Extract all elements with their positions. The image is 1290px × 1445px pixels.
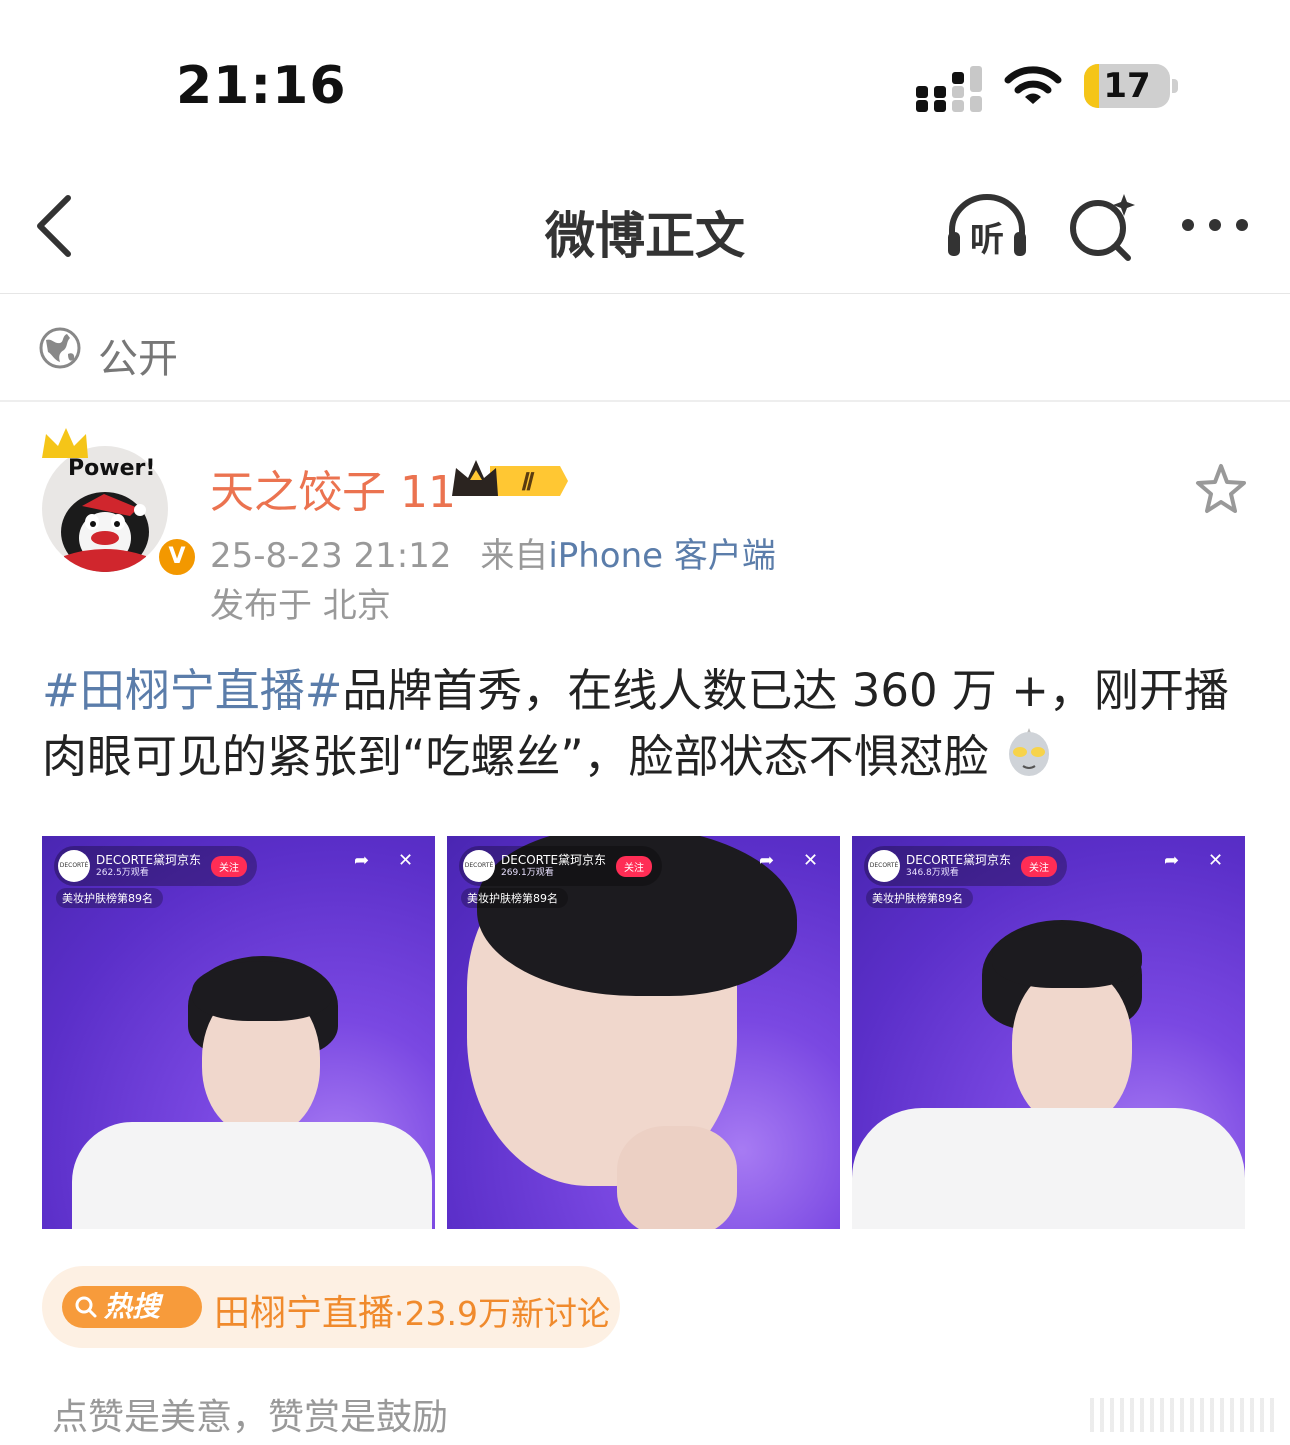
avatar[interactable]: Power! V <box>38 424 198 578</box>
hot-badge-label: 热搜 <box>104 1290 161 1323</box>
status-time: 21:16 <box>176 56 347 116</box>
vip-crown-badge-icon: Ⅱ <box>452 460 568 496</box>
ultraman-emoji-icon <box>1008 728 1049 776</box>
shop-logo: DECORTÉ <box>868 850 900 882</box>
person-face <box>1012 966 1132 1126</box>
source-prefix: 来自 <box>480 536 549 576</box>
close-icon: ✕ <box>1208 850 1224 871</box>
view-count: 269.1万观看 <box>501 868 554 878</box>
close-icon: ✕ <box>398 850 414 871</box>
search-icon <box>75 1296 97 1318</box>
cellular-signal-icon <box>916 66 982 112</box>
person-shirt <box>852 1108 1245 1229</box>
person-shirt <box>72 1122 432 1229</box>
share-icon: ➦ <box>759 850 775 871</box>
post-body: #田栩宁直播#品牌首秀，在线人数已达 360 万 +，刚开播肉眼可见的紧张到“吃… <box>42 658 1242 790</box>
listen-button[interactable]: 听 <box>944 192 1030 262</box>
favorite-star-icon[interactable] <box>1194 462 1248 516</box>
post-timestamp: 25-8-23 21:12 <box>210 536 452 576</box>
hot-search-pill[interactable]: 热搜 田栩宁直播·23.9万新讨论 <box>42 1266 620 1348</box>
globe-icon <box>39 327 81 369</box>
hot-topic: 田栩宁直播 <box>214 1293 395 1334</box>
author-name[interactable]: 天之饺子 11 <box>210 456 456 520</box>
nav-divider <box>0 293 1290 294</box>
hot-search-badge: 热搜 <box>62 1286 202 1328</box>
person-fringe <box>192 961 332 1021</box>
topic-link[interactable]: #田栩宁直播# <box>42 664 342 717</box>
person-fist <box>617 1126 737 1229</box>
follow-badge: 关注 <box>1021 855 1058 877</box>
section-divider <box>0 400 1290 402</box>
live-header: DECORTÉ DECORTE黛珂京东 269.1万观看 关注 <box>459 846 663 886</box>
search-icon[interactable] <box>1066 192 1136 262</box>
reward-hint: 点赞是美意，赞赏是鼓励 <box>52 1397 449 1438</box>
share-icon: ➦ <box>1164 850 1180 871</box>
hot-search-text: 田栩宁直播·23.9万新讨论 <box>214 1284 610 1336</box>
more-options-icon[interactable] <box>1180 210 1250 240</box>
rank-badge: 美妆护肤榜第89名 <box>866 888 973 908</box>
source-client-link[interactable]: iPhone 客户端 <box>548 536 776 576</box>
shop-logo: DECORTÉ <box>463 850 495 882</box>
visibility-label: 公开 <box>98 336 178 382</box>
hot-count: ·23.9万新讨论 <box>394 1294 610 1333</box>
shop-name: DECORTE黛珂京东 <box>906 853 1012 867</box>
follow-badge: 关注 <box>211 855 248 877</box>
shop-name: DECORTE黛珂京东 <box>501 853 607 867</box>
post-location: 发布于 北京 <box>210 586 391 626</box>
avatar-caption: Power! <box>68 456 156 481</box>
verified-badge: V <box>156 536 198 578</box>
battery-cap <box>1172 79 1178 93</box>
battery-percent: 17 <box>1103 66 1151 106</box>
rank-badge: 美妆护肤榜第89名 <box>461 888 568 908</box>
follow-badge: 关注 <box>616 855 653 877</box>
view-count: 346.8万观看 <box>906 868 959 878</box>
live-header: DECORTÉ DECORTE黛珂京东 262.5万观看 关注 <box>54 846 258 886</box>
wifi-icon <box>1004 66 1062 104</box>
listen-label: 听 <box>970 220 1004 260</box>
obscured-avatars <box>1090 1398 1280 1432</box>
share-icon: ➦ <box>354 850 370 871</box>
post-image-3[interactable]: DECORTÉ DECORTE黛珂京东 346.8万观看 关注 美妆护肤榜第89名… <box>852 836 1245 1229</box>
person-fringe <box>992 924 1142 988</box>
shop-logo: DECORTÉ <box>58 850 90 882</box>
post-meta: 25-8-23 21:12 来自iPhone 客户端 <box>210 528 776 577</box>
view-count: 262.5万观看 <box>96 868 149 878</box>
rank-badge: 美妆护肤榜第89名 <box>56 888 163 908</box>
close-icon: ✕ <box>803 850 819 871</box>
post-image-1[interactable]: DECORTÉ DECORTE黛珂京东 262.5万观看 关注 美妆护肤榜第89名… <box>42 836 435 1229</box>
shop-name: DECORTE黛珂京东 <box>96 853 202 867</box>
battery-icon: 17 <box>1084 64 1170 108</box>
live-header: DECORTÉ DECORTE黛珂京东 346.8万观看 关注 <box>864 846 1068 886</box>
post-image-2[interactable]: DECORTÉ DECORTE黛珂京东 269.1万观看 关注 美妆护肤榜第89名… <box>447 836 840 1229</box>
